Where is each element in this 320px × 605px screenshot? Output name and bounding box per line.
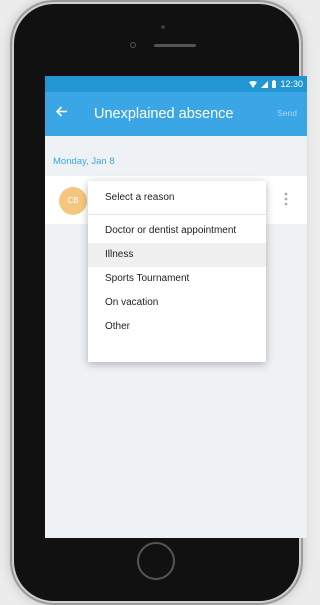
menu-header: Select a reason: [88, 181, 266, 215]
page-title: Unexplained absence: [94, 106, 234, 122]
arrow-left-icon[interactable]: [55, 105, 68, 122]
avatar: CB: [59, 187, 87, 215]
menu-item-other[interactable]: Other: [88, 315, 266, 339]
menu-item-sports[interactable]: Sports Tournament: [88, 267, 266, 291]
menu-item-illness[interactable]: Illness: [88, 243, 266, 267]
phone-frame: 12:30 Unexplained absence Send Monday, J…: [14, 4, 307, 601]
wifi-icon: [249, 80, 258, 88]
phone-screen: 12:30 Unexplained absence Send Monday, J…: [45, 76, 307, 538]
camera-dot: [161, 25, 165, 29]
earpiece-speaker: [154, 44, 196, 47]
status-time: 12:30: [280, 79, 303, 89]
reason-dropdown-menu: Select a reason Doctor or dentist appoin…: [88, 181, 266, 362]
battery-icon: [272, 80, 277, 88]
date-label: Monday, Jan 8: [53, 156, 115, 167]
status-bar: 12:30: [45, 76, 307, 92]
app-bar: Unexplained absence Send: [45, 92, 307, 136]
front-sensor: [130, 42, 136, 48]
more-vertical-icon[interactable]: [283, 192, 289, 206]
send-button[interactable]: Send: [277, 108, 297, 118]
home-button[interactable]: [137, 542, 175, 580]
status-icons: 12:30: [249, 79, 303, 89]
menu-list: Doctor or dentist appointment Illness Sp…: [88, 215, 266, 339]
menu-item-doctor[interactable]: Doctor or dentist appointment: [88, 219, 266, 243]
menu-item-vacation[interactable]: On vacation: [88, 291, 266, 315]
signal-icon: [261, 80, 269, 88]
